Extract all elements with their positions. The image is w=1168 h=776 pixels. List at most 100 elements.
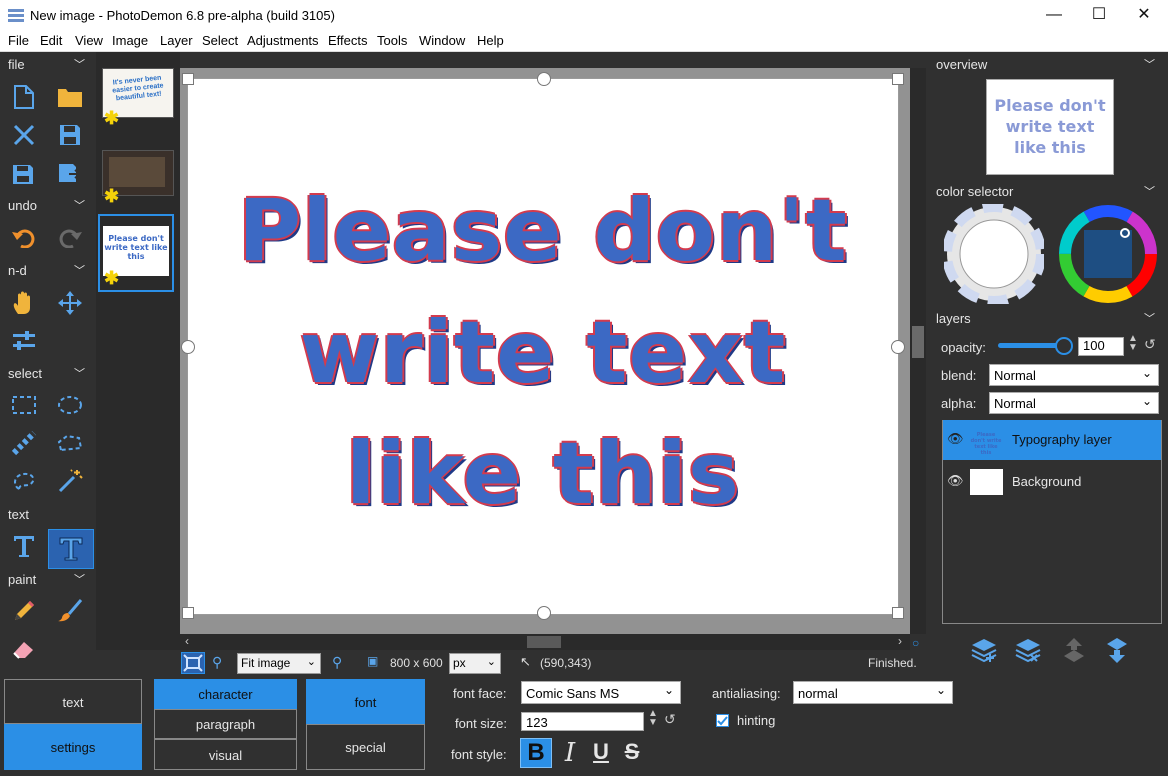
zoom-out-icon[interactable]: ⚲ [212, 654, 222, 671]
menu-help[interactable]: Help [477, 33, 504, 48]
move-layer-down-button[interactable] [1103, 636, 1133, 666]
opacity-slider-knob[interactable] [1055, 337, 1073, 355]
opacity-input[interactable]: 100 [1078, 337, 1124, 356]
open-file-button[interactable] [52, 80, 88, 114]
minimize-button[interactable]: — [1031, 0, 1077, 30]
alpha-mode-select[interactable]: Normal ⌄ [989, 392, 1159, 414]
polygon-select-button[interactable] [52, 426, 88, 460]
scroll-right-arrow-icon[interactable]: › [898, 634, 902, 648]
chevron-down-icon[interactable]: ﹀ [1144, 56, 1155, 72]
typography-text-button[interactable] [48, 529, 94, 569]
lasso-select-button[interactable] [6, 464, 42, 498]
undo-button[interactable] [6, 220, 42, 254]
delete-layer-button[interactable] [1014, 636, 1050, 666]
chevron-down-icon[interactable]: ﹀ [74, 365, 85, 381]
font-size-input[interactable]: 123 [521, 712, 644, 731]
chevron-down-icon[interactable]: ﹀ [74, 571, 85, 587]
measure-tool-button[interactable] [6, 324, 42, 358]
magic-wand-button[interactable] [52, 464, 88, 498]
underline-button[interactable]: U [587, 738, 615, 768]
line-select-button[interactable] [6, 426, 42, 460]
menu-tools[interactable]: Tools [377, 33, 407, 48]
tab-font[interactable]: font [306, 679, 425, 724]
resize-handle[interactable] [537, 72, 551, 86]
tab-visual[interactable]: visual [154, 739, 297, 770]
reset-icon[interactable]: ↺ [664, 711, 676, 728]
eraser-tool-button[interactable] [6, 632, 42, 666]
color-wheel[interactable] [1058, 204, 1158, 304]
navigator-icon[interactable]: ○ [912, 636, 919, 650]
strikethrough-button[interactable]: S [618, 738, 646, 768]
maximize-button[interactable]: ☐ [1076, 0, 1122, 30]
font-face-select[interactable]: Comic Sans MS ⌄ [521, 681, 681, 704]
menu-select[interactable]: Select [202, 33, 238, 48]
resize-handle[interactable] [181, 340, 195, 354]
basic-text-button[interactable] [6, 529, 42, 563]
menu-adjustments[interactable]: Adjustments [247, 33, 319, 48]
rect-select-button[interactable] [6, 388, 42, 422]
image-canvas[interactable]: Please don't write text like this [188, 79, 898, 614]
overview-thumbnail[interactable]: Please don't write text like this [986, 79, 1114, 175]
opacity-spin-icon[interactable]: ▲ ▼ [1128, 334, 1138, 353]
visibility-eye-icon[interactable]: 👁 [947, 431, 964, 447]
vertical-scroll-thumb[interactable] [912, 326, 924, 358]
vertical-scrollbar[interactable] [910, 68, 926, 634]
tab-paragraph[interactable]: paragraph [154, 709, 297, 739]
bold-button[interactable]: B [520, 738, 552, 768]
horizontal-scroll-thumb[interactable] [527, 636, 561, 648]
resize-handle[interactable] [182, 73, 194, 85]
blend-mode-select[interactable]: Normal ⌄ [989, 364, 1159, 386]
menu-window[interactable]: Window [419, 33, 465, 48]
recent-colors-wheel[interactable] [944, 204, 1044, 304]
layer-row-background[interactable]: 👁 Background [943, 462, 1161, 502]
tab-settings[interactable]: settings [4, 724, 142, 770]
fit-view-button[interactable] [181, 652, 205, 674]
zoom-in-icon[interactable]: ⚲ [332, 654, 342, 671]
close-image-button[interactable] [6, 118, 42, 152]
chevron-down-icon[interactable]: ﹀ [1144, 183, 1155, 199]
menu-edit[interactable]: Edit [40, 33, 62, 48]
horizontal-scrollbar[interactable]: ‹ › [180, 634, 910, 650]
scroll-left-arrow-icon[interactable]: ‹ [185, 634, 189, 648]
close-button[interactable]: ✕ [1121, 0, 1167, 30]
font-size-spin-icon[interactable]: ▲ ▼ [648, 709, 658, 728]
resize-handle[interactable] [537, 606, 551, 620]
resize-handle[interactable] [891, 340, 905, 354]
canvas-text-line-1: Please don't [238, 181, 848, 281]
add-layer-button[interactable] [970, 636, 1006, 666]
redo-button[interactable] [52, 220, 88, 254]
ellipse-select-button[interactable] [52, 388, 88, 422]
tab-character[interactable]: character [154, 679, 297, 709]
menu-view[interactable]: View [75, 33, 103, 48]
paintbrush-tool-button[interactable] [52, 594, 88, 628]
save-as-button[interactable] [6, 156, 42, 190]
chevron-down-icon[interactable]: ﹀ [74, 262, 85, 278]
resize-handle[interactable] [892, 607, 904, 619]
move-layer-up-button[interactable] [1060, 636, 1090, 666]
zoom-select[interactable]: Fit image ⌄ [237, 653, 321, 674]
menu-effects[interactable]: Effects [328, 33, 368, 48]
menu-layer[interactable]: Layer [160, 33, 193, 48]
tab-special[interactable]: special [306, 724, 425, 770]
chevron-down-icon[interactable]: ﹀ [74, 56, 85, 72]
move-tool-button[interactable] [52, 286, 88, 320]
export-button[interactable] [52, 156, 88, 190]
visibility-eye-icon[interactable]: 👁 [947, 473, 964, 489]
reset-icon[interactable]: ↺ [1144, 336, 1156, 353]
italic-button[interactable]: I [555, 738, 585, 768]
menu-image[interactable]: Image [112, 33, 148, 48]
hinting-checkbox[interactable] [716, 714, 729, 727]
chevron-down-icon[interactable]: ﹀ [1144, 310, 1155, 326]
resize-handle[interactable] [182, 607, 194, 619]
antialiasing-select[interactable]: normal ⌄ [793, 681, 953, 704]
tab-text[interactable]: text [4, 679, 142, 724]
menu-file[interactable]: File [8, 33, 29, 48]
unit-select[interactable]: px ⌄ [449, 653, 501, 674]
pencil-tool-button[interactable] [6, 594, 42, 628]
resize-handle[interactable] [892, 73, 904, 85]
new-file-button[interactable] [6, 80, 42, 114]
save-button[interactable] [52, 118, 88, 152]
chevron-down-icon[interactable]: ﹀ [74, 197, 85, 213]
hand-tool-button[interactable] [6, 286, 42, 320]
layer-row-typography[interactable]: 👁 Please don't write text like this Typo… [943, 420, 1161, 460]
